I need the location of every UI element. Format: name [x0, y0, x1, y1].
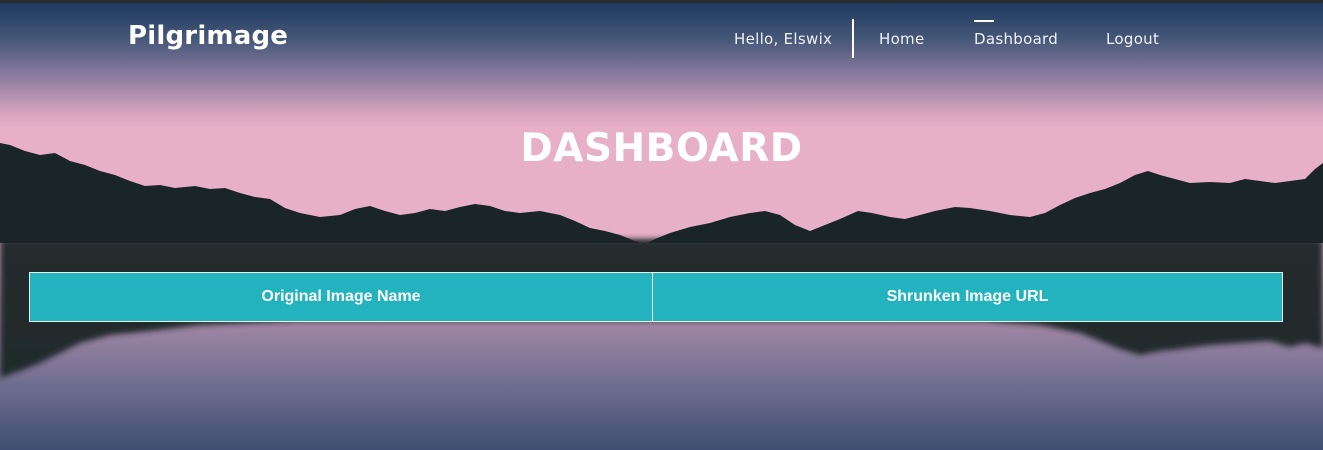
brand-logo-link[interactable]: Pilgrimage [128, 21, 288, 51]
column-header-original-image-name: Original Image Name [29, 272, 653, 322]
user-greeting: Hello, Elswix [734, 30, 833, 48]
nav-divider [852, 19, 854, 58]
images-table-container: Original Image Name Shrunken Image URL [29, 272, 1283, 322]
nav-link-logout[interactable]: Logout [1106, 30, 1159, 48]
window-top-edge [0, 0, 1323, 3]
nav-link-dashboard[interactable]: Dashboard [974, 30, 1058, 48]
column-header-shrunken-image-url: Shrunken Image URL [652, 272, 1283, 322]
active-nav-indicator [974, 20, 994, 22]
images-table: Original Image Name Shrunken Image URL [29, 272, 1283, 322]
page-title: DASHBOARD [520, 126, 803, 171]
top-navbar: Pilgrimage Hello, Elswix Home Dashboard … [0, 3, 1323, 73]
table-header-row: Original Image Name Shrunken Image URL [29, 272, 1283, 322]
nav-link-home[interactable]: Home [879, 30, 925, 48]
